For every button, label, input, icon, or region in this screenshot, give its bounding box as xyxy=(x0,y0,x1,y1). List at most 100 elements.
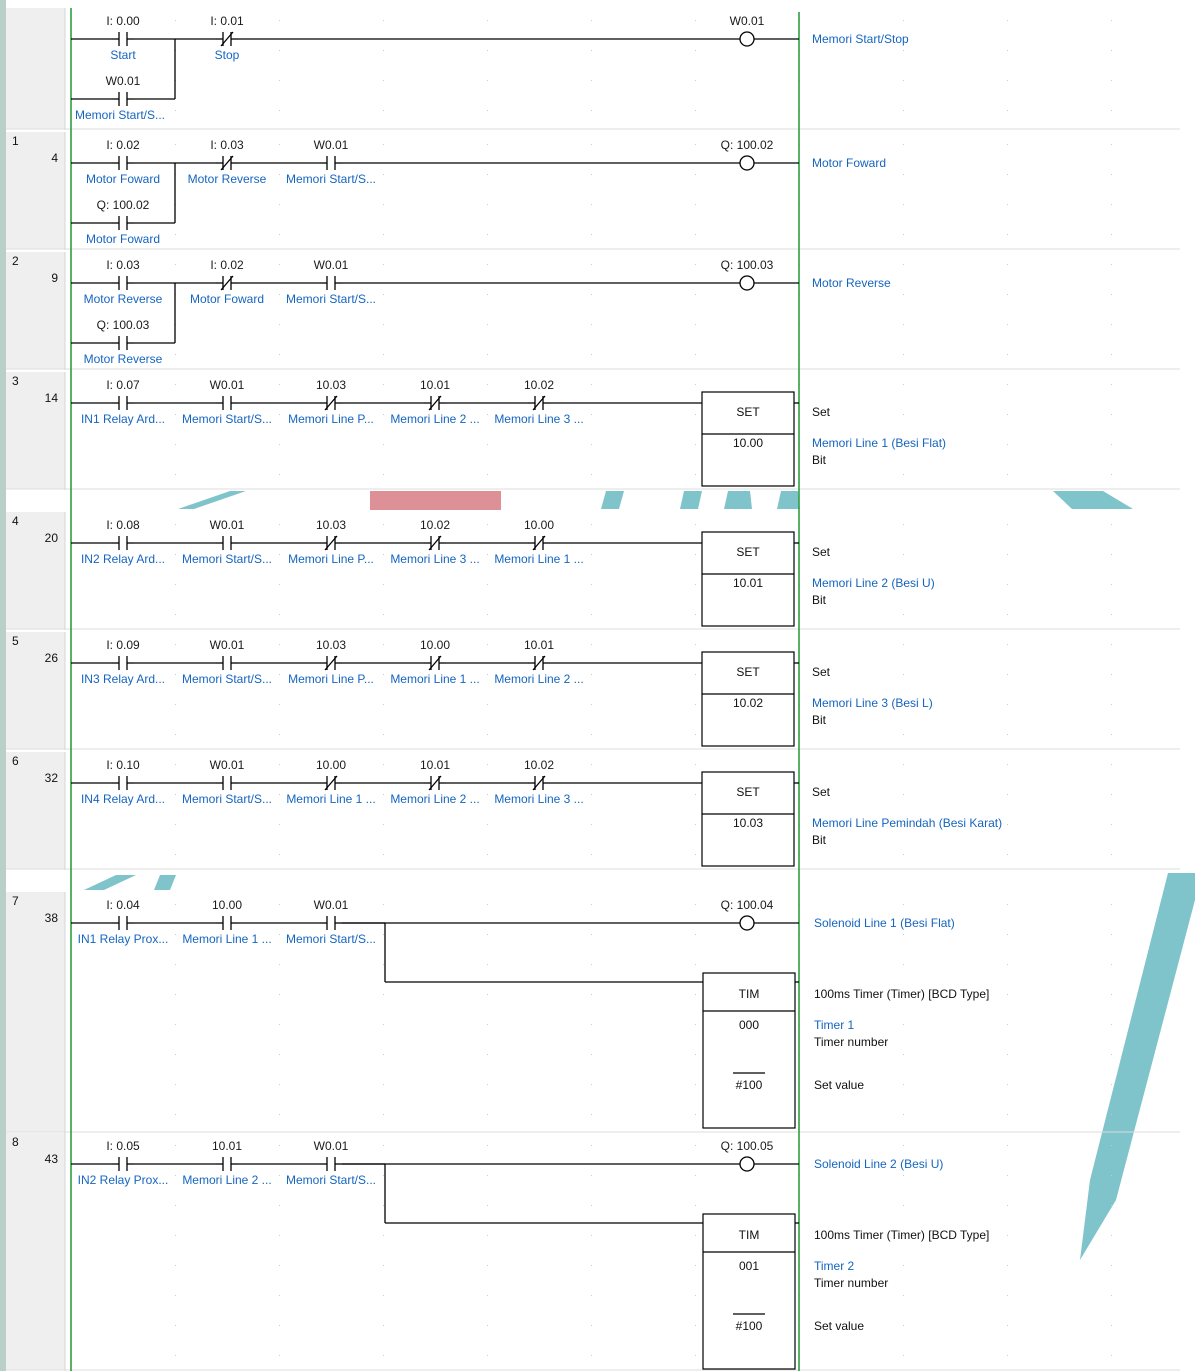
grid-dot xyxy=(279,994,280,995)
contact-address: 10.00 xyxy=(420,638,450,652)
grid-dot xyxy=(175,764,176,765)
grid-dot xyxy=(175,824,176,825)
grid-dot xyxy=(591,414,592,415)
grid-dot xyxy=(695,20,696,21)
grid-dot xyxy=(1007,1145,1008,1146)
contact-comment: Memori Start/S... xyxy=(182,412,272,426)
coil-address: Q: 100.05 xyxy=(721,1139,774,1153)
grid-dot xyxy=(279,414,280,415)
grid-dot xyxy=(279,934,280,935)
contact-address: I: 0.04 xyxy=(106,898,140,912)
output-coil-icon[interactable] xyxy=(739,1156,755,1172)
grid-dot xyxy=(1111,934,1112,935)
grid-dot xyxy=(695,234,696,235)
rung-step-number: 43 xyxy=(45,1152,59,1166)
grid-dot xyxy=(279,110,280,111)
contact-comment: Motor Foward xyxy=(190,292,264,306)
grid-dot xyxy=(695,824,696,825)
contact-address: 10.01 xyxy=(420,378,450,392)
grid-dot xyxy=(903,904,904,905)
grid-dot xyxy=(1007,414,1008,415)
grid-dot xyxy=(903,80,904,81)
contact-comment: Memori Line 1 ... xyxy=(286,792,375,806)
grid-dot xyxy=(1007,644,1008,645)
grid-dot xyxy=(591,854,592,855)
grid-dot xyxy=(279,1265,280,1266)
grid-dot xyxy=(695,294,696,295)
grid-dot xyxy=(695,50,696,51)
coil-address: Q: 100.04 xyxy=(721,898,774,912)
timer-instruction-block[interactable]: TIM 000 #100 xyxy=(702,972,796,1129)
grid-dot xyxy=(383,1295,384,1296)
instruction-mnemonic: TIM xyxy=(739,987,760,1001)
grid-dot xyxy=(175,110,176,111)
grid-dot xyxy=(383,1205,384,1206)
grid-dot xyxy=(903,764,904,765)
rung-step-number: 38 xyxy=(45,911,59,925)
rung-gutter xyxy=(6,8,65,129)
grid-dot xyxy=(695,80,696,81)
grid-dot xyxy=(591,1114,592,1115)
grid-dot xyxy=(1111,20,1112,21)
grid-dot xyxy=(695,1295,696,1296)
output-coil-icon[interactable] xyxy=(739,155,755,171)
grid-dot xyxy=(1111,294,1112,295)
output-coil-icon[interactable] xyxy=(739,275,755,291)
output-coil-icon[interactable] xyxy=(739,31,755,47)
grid-dot xyxy=(1111,764,1112,765)
grid-dot xyxy=(903,1054,904,1055)
grid-dot xyxy=(695,734,696,735)
grid-dot xyxy=(695,524,696,525)
grid-dot xyxy=(695,1355,696,1356)
set-instruction-block[interactable]: SET 10.01 xyxy=(701,531,795,627)
coil-address: Q: 100.03 xyxy=(721,258,774,272)
contact-address: 10.00 xyxy=(316,758,346,772)
grid-dot xyxy=(1111,144,1112,145)
contact-comment: Memori Line 3 ... xyxy=(390,552,479,566)
contact-address: 10.01 xyxy=(524,638,554,652)
grid-dot xyxy=(279,444,280,445)
grid-dot xyxy=(487,614,488,615)
watermark-bar xyxy=(370,491,501,510)
timer-instruction-block[interactable]: TIM 001 #100 xyxy=(702,1213,796,1370)
branch-address: Q: 100.02 xyxy=(97,198,150,212)
grid-dot xyxy=(279,964,280,965)
grid-dot xyxy=(279,80,280,81)
grid-dot xyxy=(487,1265,488,1266)
contact-comment: Motor Reverse xyxy=(188,172,267,186)
grid-dot xyxy=(1007,704,1008,705)
grid-dot xyxy=(487,934,488,935)
grid-dot xyxy=(487,1114,488,1115)
set-instruction-block[interactable]: SET 10.02 xyxy=(701,651,795,747)
contact-comment: Memori Line 2 ... xyxy=(494,672,583,686)
grid-dot xyxy=(695,204,696,205)
set-instruction-block[interactable]: SET 10.03 xyxy=(701,771,795,867)
contact-comment: Memori Start/S... xyxy=(286,292,376,306)
rung-gutter xyxy=(6,892,65,1132)
operand-type: Bit xyxy=(812,713,827,727)
grid-dot xyxy=(1007,1205,1008,1206)
grid-dot xyxy=(695,1024,696,1025)
grid-dot xyxy=(175,1054,176,1055)
grid-dot xyxy=(903,854,904,855)
grid-dot xyxy=(175,524,176,525)
grid-dot xyxy=(1007,444,1008,445)
grid-dot xyxy=(487,1024,488,1025)
instruction-mnemonic: TIM xyxy=(739,1228,760,1242)
set-instruction-block[interactable]: SET 10.00 xyxy=(701,391,795,487)
contact-address: I: 0.01 xyxy=(210,14,244,28)
contact-address: I: 0.05 xyxy=(106,1139,140,1153)
contact-address: I: 0.07 xyxy=(106,378,140,392)
ladder-diagram-canvas[interactable]: I: 0.00 Start I: 0.01 Stop W0.01 Memori Start… xyxy=(0,0,1195,1371)
grid-dot xyxy=(695,1054,696,1055)
grid-dot xyxy=(487,524,488,525)
grid-dot xyxy=(1111,524,1112,525)
output-coil-icon[interactable] xyxy=(739,915,755,931)
grid-dot xyxy=(175,444,176,445)
contact-comment: Memori Line P... xyxy=(288,672,374,686)
grid-dot xyxy=(695,614,696,615)
grid-dot xyxy=(1007,204,1008,205)
grid-dot xyxy=(383,1235,384,1236)
grid-dot xyxy=(487,234,488,235)
grid-dot xyxy=(903,1024,904,1025)
